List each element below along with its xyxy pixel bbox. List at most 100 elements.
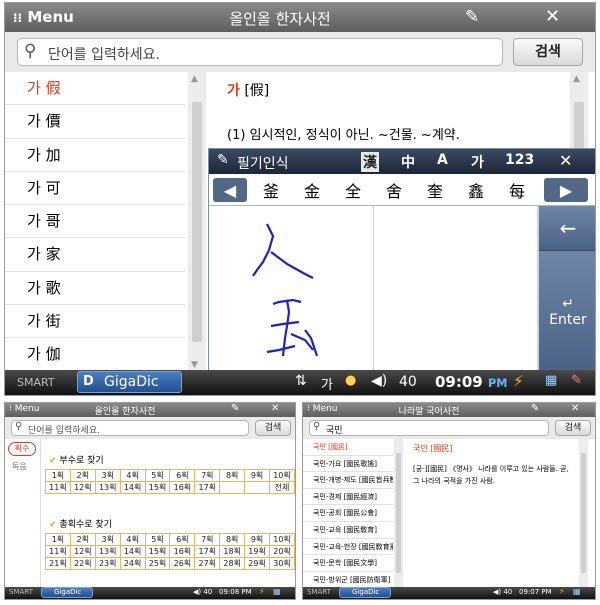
stroke-cell[interactable]: 26획 [169,557,196,570]
mode-stroke-count[interactable]: 획수 [8,442,36,456]
ime-indicator[interactable]: 가 [321,374,333,393]
stroke-cell[interactable]: 6획 [169,533,196,546]
stroke-cell[interactable]: 24획 [119,557,146,570]
stroke-cell[interactable]: 17획 [194,481,221,494]
smart-button[interactable]: SMART [9,588,33,596]
scroll-thumb[interactable] [396,453,401,573]
stroke-cell[interactable]: 16획 [169,481,196,494]
stroke-cell[interactable]: 9획 [244,469,270,482]
stroke-cell[interactable]: 1획 [45,469,71,482]
ime-mode-3[interactable]: 가 [471,152,484,172]
candidate-char[interactable]: 全 [335,176,371,204]
ime-mode-2[interactable]: A [437,152,448,168]
list-item[interactable]: 가 街 [5,305,185,339]
candidate-char[interactable]: 每 [499,176,535,204]
list-item[interactable]: 국민-문학 [國民文學] [303,555,393,572]
enter-button[interactable]: ↵ Enter [539,251,595,372]
list-item[interactable]: 가 伽 [5,338,185,372]
list-item[interactable]: 국민 [國民] [303,439,393,456]
keyboard-icon[interactable]: ▦ [545,373,557,388]
bulb-icon[interactable]: ● [345,373,356,388]
list-scrollbar[interactable]: ▲ ▼ [188,72,206,372]
stroke-cell[interactable]: 14획 [119,545,146,558]
stroke-cell[interactable]: 8획 [219,469,246,482]
list-item[interactable]: 가 歌 [5,272,185,306]
stroke-cell[interactable]: 15획 [144,481,171,494]
volume-icon[interactable]: ◀) [371,373,387,389]
smart-button[interactable]: SMART [17,376,55,389]
power-icon[interactable]: ⚡ [559,587,565,596]
list-item[interactable]: 국민-경제 [國民經濟] [303,489,393,506]
stroke-cell[interactable]: 11획 [45,481,71,494]
scroll-thumb[interactable] [581,453,586,573]
mode-reading[interactable]: 독음 [12,461,27,472]
power-icon[interactable]: ⚡ [513,372,524,390]
list-item[interactable]: 가 可 [5,172,185,206]
stroke-cell[interactable]: 13획 [94,481,121,494]
stroke-cell[interactable]: 23획 [94,557,121,570]
stroke-cell[interactable]: 19획 [244,545,271,558]
candidate-char[interactable]: 釜 [253,176,289,204]
list-item[interactable]: 국민-교육-헌장 [國民敎育憲章] [303,539,393,556]
stroke-cell[interactable]: 2획 [69,469,96,482]
ime-mode-1[interactable]: 中 [401,152,415,172]
taskbar-app-gigadic[interactable]: D GigaDic [77,371,182,393]
list-item[interactable]: 가 價 [5,105,185,139]
candidate-char[interactable]: 金 [294,176,330,204]
search-button[interactable]: 검색 [513,38,583,66]
stroke-cell[interactable]: 14획 [119,481,146,494]
stroke-cell[interactable]: 16획 [169,545,196,558]
search-input[interactable]: ⚲ 단어를 입력하세요. [11,420,249,436]
note-icon[interactable]: ✎ [571,373,582,388]
stroke-cell[interactable]: 21획 [45,557,71,570]
stroke-cell[interactable]: 27획 [194,557,221,570]
ime-mode-4[interactable]: 123 [505,152,534,168]
stroke-cell[interactable]: 7획 [194,469,221,482]
edit-icon[interactable]: ✎ [465,7,479,27]
stroke-cell[interactable]: 8획 [219,533,246,546]
scroll-thumb[interactable] [574,102,584,150]
stroke-cell[interactable]: 30획 [269,557,295,570]
stroke-cell[interactable]: 29획 [244,557,271,570]
stroke-cell[interactable]: 11획 [45,545,71,558]
list-item[interactable]: 국민-가요 [國民歌謠] [303,456,393,473]
stroke-cell[interactable]: 2획 [69,533,96,546]
stroke-cell[interactable]: 9획 [244,533,271,546]
list-item[interactable]: 국민-공회 [國民公會] [303,505,393,522]
backspace-button[interactable]: ← [539,206,595,251]
stroke-cell[interactable]: 전체 [268,481,295,494]
stroke-cell[interactable]: 17획 [194,545,221,558]
candidate-char[interactable]: 奎 [417,176,453,204]
stroke-cell[interactable]: 12획 [69,545,96,558]
list-item[interactable]: 국민-개병-제도 [國民皆兵制度] [303,472,393,489]
list-item[interactable]: 가 家 [5,238,185,272]
list-item[interactable]: 국민-방위군 [國民防衛軍] [303,572,393,589]
stroke-cell[interactable]: 4획 [119,469,146,482]
stroke-cell[interactable]: 4획 [119,533,146,546]
stroke-cell[interactable]: 6획 [169,469,196,482]
close-icon[interactable]: ✕ [571,403,579,414]
stroke-cell[interactable]: 28획 [219,557,246,570]
volume-icon[interactable]: ◀) 40 [193,588,212,596]
list-item[interactable]: 가 假 [5,72,185,106]
prev-icon[interactable]: ◀ [213,178,247,202]
stroke-cell[interactable]: 5획 [144,533,171,546]
close-icon[interactable]: ✕ [559,151,572,170]
close-icon[interactable]: ✕ [271,403,279,414]
stroke-cell[interactable]: 13획 [94,545,121,558]
list-item[interactable]: 가 加 [5,139,185,172]
detail-scrollbar[interactable] [579,439,588,589]
search-input[interactable]: ⚲ 국민 [309,420,549,436]
stroke-cell[interactable]: 20획 [269,545,295,558]
taskbar-app-gigadic[interactable]: GigaDic [41,587,93,598]
list-item[interactable]: 국민-교육 [國民敎育] [303,522,393,539]
search-button[interactable]: 검색 [555,420,591,436]
list-scrollbar[interactable] [394,439,403,589]
volume-icon[interactable]: ◀) 40 [493,588,512,596]
stroke-cell[interactable]: 1획 [45,533,71,546]
network-icon[interactable]: ⇅ [295,373,307,389]
scroll-up-icon[interactable]: ▲ [191,74,198,84]
close-icon[interactable]: ✕ [545,6,560,27]
stroke-cell[interactable]: 12획 [69,481,96,494]
candidate-char[interactable]: 舍 [376,176,412,204]
